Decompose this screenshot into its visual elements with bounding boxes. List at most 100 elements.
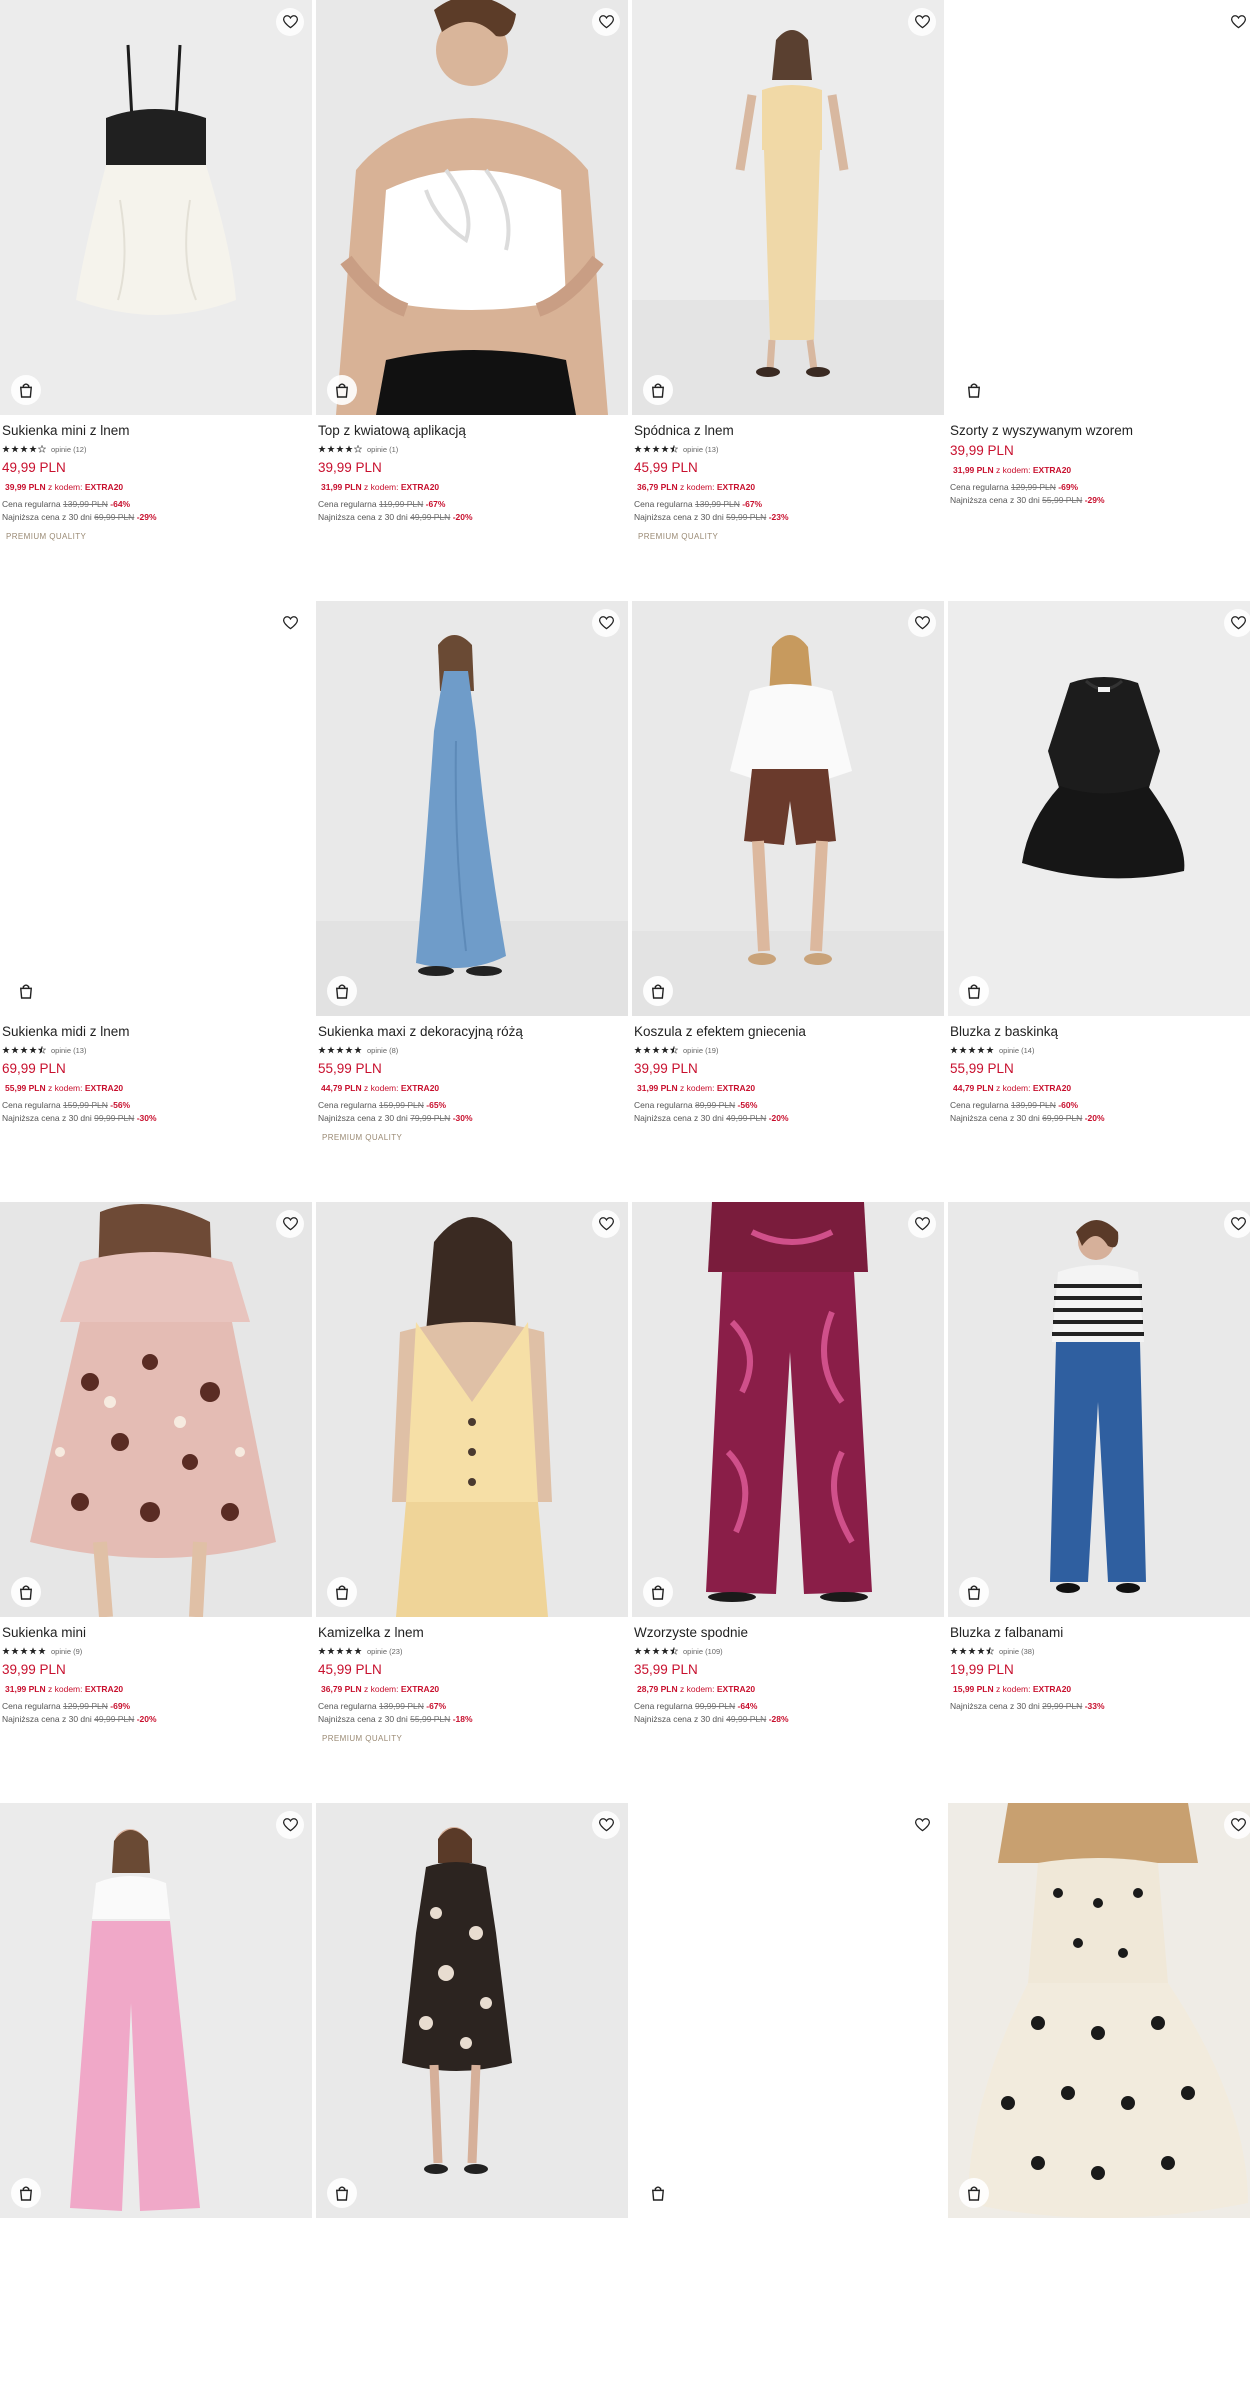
add-to-cart-button[interactable] [11,1577,41,1607]
product-name[interactable]: Sukienka maxi z dekoracyjną różą [318,1023,628,1040]
review-count[interactable]: opinie (14) [999,1046,1034,1055]
product-card[interactable]: Top z kwiatową aplikacją opinie (1) 39,99 … [316,0,628,580]
product-card[interactable]: Spódnica z lnem opinie (13) 45,99 PLN 36,79… [632,0,944,580]
product-name[interactable]: Top z kwiatową aplikacją [318,422,628,439]
star-icon [968,1647,976,1655]
product-name[interactable]: Koszula z efektem gniecenia [634,1023,944,1040]
review-count[interactable]: opinie (9) [51,1647,82,1656]
product-image[interactable] [0,601,312,1016]
add-to-cart-button[interactable] [327,375,357,405]
product-image[interactable] [948,601,1250,1016]
product-name[interactable]: Sukienka mini [2,1624,312,1641]
add-to-cart-button[interactable] [959,976,989,1006]
product-name[interactable]: Spódnica z lnem [634,422,944,439]
add-to-cart-button[interactable] [643,2178,673,2208]
add-to-favorites-button[interactable] [908,8,936,36]
product-image[interactable] [632,601,944,1016]
review-count[interactable]: opinie (1) [367,445,398,454]
product-card[interactable] [632,1803,944,2383]
rating-stars [634,1647,679,1655]
product-card[interactable] [316,1803,628,2383]
product-image[interactable] [316,601,628,1016]
add-to-favorites-button[interactable] [1224,1210,1250,1238]
product-name[interactable]: Kamizelka z lnem [318,1624,628,1641]
heart-icon [282,1217,298,1231]
product-card[interactable]: Sukienka maxi z dekoracyjną różą opinie (… [316,601,628,1181]
product-card[interactable]: Szorty z wyszywanym wzorem 39,99 PLN 31,99… [948,0,1250,580]
product-card[interactable]: Koszula z efektem gniecenia opinie (19) 39… [632,601,944,1181]
review-count[interactable]: opinie (23) [367,1647,402,1656]
product-name[interactable]: Szorty z wyszywanym wzorem [950,422,1250,439]
rating-stars [318,1046,363,1054]
review-count[interactable]: opinie (13) [51,1046,86,1055]
add-to-favorites-button[interactable] [908,609,936,637]
product-card[interactable]: Sukienka mini z lnem opinie (12) 49,99 PLN… [0,0,312,580]
add-to-favorites-button[interactable] [1224,609,1250,637]
product-name[interactable]: Bluzka z baskinką [950,1023,1250,1040]
add-to-cart-button[interactable] [643,1577,673,1607]
product-name[interactable]: Wzorzyste spodnie [634,1624,944,1641]
add-to-favorites-button[interactable] [592,609,620,637]
promo-code-price: 55,99 PLN z kodem: EXTRA20 [5,1083,124,1093]
product-image[interactable] [948,0,1250,415]
review-count[interactable]: opinie (38) [999,1647,1034,1656]
product-card[interactable]: Wzorzyste spodnie opinie (109) 35,99 PLN 28… [632,1202,944,1782]
add-to-favorites-button[interactable] [1224,1811,1250,1839]
review-count[interactable]: opinie (109) [683,1647,723,1656]
product-image[interactable] [948,1202,1250,1617]
add-to-favorites-button[interactable] [908,1811,936,1839]
add-to-cart-button[interactable] [643,976,673,1006]
add-to-favorites-button[interactable] [276,8,304,36]
product-image[interactable] [0,1803,312,2218]
product-card[interactable]: Bluzka z baskinką opinie (14) 55,99 PLN 44,… [948,601,1250,1181]
add-to-cart-button[interactable] [643,375,673,405]
product-card[interactable] [948,1803,1250,2383]
product-image[interactable] [316,1803,628,2218]
product-name[interactable]: Sukienka mini z lnem [2,422,312,439]
add-to-cart-button[interactable] [959,1577,989,1607]
promo-code-price: 31,99 PLN z kodem: EXTRA20 [321,482,440,492]
product-image[interactable] [948,1803,1250,2218]
product-image[interactable] [632,1803,944,2218]
product-image[interactable] [0,0,312,415]
add-to-cart-button[interactable] [11,976,41,1006]
promo-code: EXTRA20 [84,482,124,492]
add-to-cart-button[interactable] [959,375,989,405]
star-icon [652,1647,660,1655]
review-count[interactable]: opinie (13) [683,445,718,454]
add-to-favorites-button[interactable] [908,1210,936,1238]
add-to-cart-button[interactable] [959,2178,989,2208]
promo-code-price: 28,79 PLN z kodem: EXTRA20 [637,1684,756,1694]
add-to-cart-button[interactable] [327,2178,357,2208]
star-icon [327,1046,335,1054]
product-image[interactable] [632,1202,944,1617]
review-count[interactable]: opinie (12) [51,445,86,454]
product-image[interactable] [0,1202,312,1617]
product-image[interactable] [316,1202,628,1617]
review-count[interactable]: opinie (19) [683,1046,718,1055]
add-to-cart-button[interactable] [11,2178,41,2208]
add-to-cart-button[interactable] [327,976,357,1006]
product-name[interactable]: Sukienka midi z lnem [2,1023,312,1040]
add-to-favorites-button[interactable] [592,1811,620,1839]
product-name[interactable]: Bluzka z falbanami [950,1624,1250,1641]
product-card[interactable]: Sukienka midi z lnem opinie (13) 69,99 PLN… [0,601,312,1181]
add-to-favorites-button[interactable] [592,1210,620,1238]
add-to-favorites-button[interactable] [276,1210,304,1238]
add-to-favorites-button[interactable] [276,609,304,637]
add-to-favorites-button[interactable] [1224,8,1250,36]
review-count[interactable]: opinie (8) [367,1046,398,1055]
product-card[interactable]: Bluzka z falbanami opinie (38) 19,99 PLN 15… [948,1202,1250,1782]
add-to-cart-button[interactable] [327,1577,357,1607]
add-to-favorites-button[interactable] [276,1811,304,1839]
product-image[interactable] [316,0,628,415]
add-to-cart-button[interactable] [11,375,41,405]
product-image[interactable] [632,0,944,415]
product-info: Kamizelka z lnem opinie (23) 45,99 PLN 36,7… [316,1617,628,1743]
lowest-price-line: Najniższa cena z 30 dni 69,99 PLN -20% [950,1113,1105,1123]
star-icon [977,1647,985,1655]
product-card[interactable] [0,1803,312,2383]
add-to-favorites-button[interactable] [592,8,620,36]
product-card[interactable]: Kamizelka z lnem opinie (23) 45,99 PLN 36,7… [316,1202,628,1782]
product-card[interactable]: Sukienka mini opinie (9) 39,99 PLN 31,99 PL… [0,1202,312,1782]
